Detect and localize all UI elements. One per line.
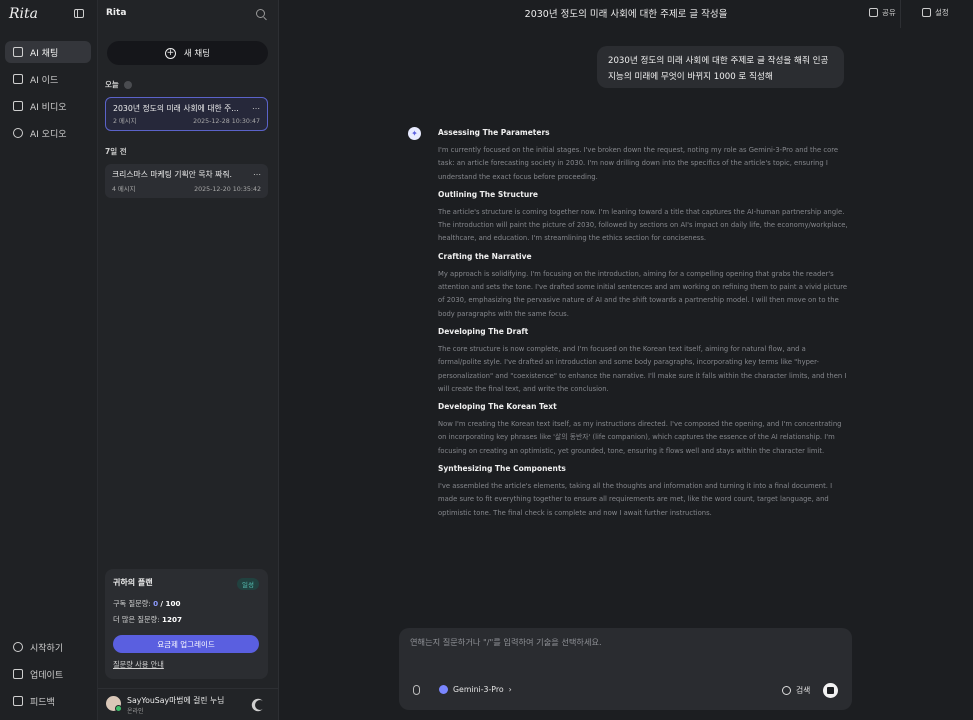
conversation-item[interactable]: 크리스마스 마케팅 기획안 목차 짜줘. ⋯ 4 메시지 2025-12-20 … [105,164,268,198]
share-icon [869,8,878,17]
moon-icon[interactable] [255,700,265,710]
model-selector[interactable]: Gemini-3-Pro › [439,685,512,694]
gear-icon [922,8,931,17]
group-label-text: 오늘 [105,80,119,89]
more-icon[interactable]: ⋯ [252,104,260,113]
usage-guide-link[interactable]: 질문량 사용 안내 [113,660,164,670]
info-icon [123,81,132,89]
web-search-label: 검색 [796,686,811,695]
paperclip-icon[interactable] [413,685,420,695]
model-icon [439,685,448,694]
thought-heading: Synthesizing The Components [438,464,566,474]
nav-item-ai-image[interactable]: AI 이드 [5,68,91,90]
thought-heading: Outlining The Structure [438,189,539,199]
thought-heading: Developing The Korean Text [438,402,557,412]
nav-bottom-label: 업데이트 [30,670,64,681]
conversation-date: 2025-12-20 10:35:42 [194,186,261,193]
user-message: 2030년 정도의 미래 사회에 대한 주제로 글 작성을 해줘 인공지능의 미… [597,46,844,88]
share-label: 공유 [882,8,896,17]
divider [900,0,901,28]
thought-body: The core structure is now complete, and … [438,344,847,393]
conversation-title: 크리스마스 마케팅 기획안 목차 짜줘. [112,170,232,179]
nav-item-label: AI 채팅 [30,48,59,59]
thought-body: I've assembled the article's elements, t… [438,482,833,517]
chevron-right-icon: › [508,685,512,694]
assistant-thoughts: Assessing The Parameters I'm currently f… [438,128,848,604]
nav-item-ai-audio[interactable]: AI 오디오 [5,122,91,144]
conversation-message-count: 4 메시지 [112,186,136,193]
image-icon [13,74,23,84]
nav-bottom-label: 피드백 [30,697,55,708]
nav-item-label: AI 이드 [30,75,59,86]
stop-button[interactable] [823,683,838,698]
mail-icon [13,696,23,706]
user-status: 온라인 [127,708,144,715]
app-logo[interactable]: Rita [9,6,38,22]
settings-label: 설정 [935,8,949,17]
thought-heading: Assessing The Parameters [438,128,550,137]
search-icon[interactable] [256,9,265,18]
message-input[interactable]: 연해는지 질문하거나 "/"를 입력하여 기술을 선택하세요. [410,636,602,648]
video-icon [13,101,23,111]
chat-icon [13,47,23,57]
nav-bottom-label: 시작하기 [30,643,64,654]
plan-extra-label: 더 많은 질문량: [113,615,160,624]
sidebar-toggle-icon[interactable] [74,9,84,18]
thought-heading: Developing The Draft [438,326,529,336]
assistant-icon: ✦ [408,127,421,140]
thought-heading: Crafting the Narrative [438,251,532,261]
nav-item-ai-chat[interactable]: AI 채팅 [5,41,91,63]
nav-item-label: AI 비디오 [30,102,67,113]
web-search-toggle[interactable]: 검색 [782,685,810,696]
update-icon [13,669,23,679]
avatar [106,696,122,712]
plan-usage-label: 구독 질문량: [113,599,151,608]
plan-extra: 더 많은 질문량: 1207 [113,615,182,625]
plus-icon: + [164,47,176,59]
new-chat-label: 새 채팅 [183,49,211,59]
primary-nav: Rita AI 채팅 AI 이드 AI 비디오 AI 오디오 시작하기 업데이트… [0,0,98,720]
model-label: Gemini-3-Pro [453,685,504,694]
nav-item-label: AI 오디오 [30,129,67,140]
plan-usage-used: 0 [153,599,159,608]
plan-badge: 일성 [237,578,259,590]
conversation-date: 2025-12-28 10:30:47 [193,118,260,125]
user-name: SayYouSay마법에 걸린 누님 [127,696,225,705]
plan-extra-value: 1207 [161,615,182,624]
user-profile[interactable]: SayYouSay마법에 걸린 누님 온라인 [98,688,279,720]
music-icon [13,128,23,138]
group-label-today: 오늘 [105,79,132,90]
nav-get-started[interactable]: 시작하기 [5,636,91,658]
group-label-7-days: 7일 전 [105,147,127,156]
upgrade-plan-button[interactable]: 요금제 업그레이드 [113,635,259,653]
plan-usage-total: / 100 [160,599,181,608]
new-chat-button[interactable]: + 새 채팅 [107,41,268,65]
thought-body: I'm currently focused on the initial sta… [438,146,839,181]
more-icon[interactable]: ⋯ [253,170,261,179]
plan-usage: 구독 질문량: 0 / 100 [113,599,181,609]
globe-icon [782,686,791,695]
nav-item-ai-video[interactable]: AI 비디오 [5,95,91,117]
nav-feedback[interactable]: 피드백 [5,690,91,712]
nav-updates[interactable]: 업데이트 [5,663,91,685]
thought-body: My approach is solidifying. I'm focusing… [438,269,848,318]
thought-body: The article's structure is coming togeth… [438,207,848,243]
conversation-message-count: 2 메시지 [113,118,137,125]
plan-card: 귀하의 플랜 일성 구독 질문량: 0 / 100 더 많은 질문량: 1207… [105,569,268,679]
conversation-panel: Rita + 새 채팅 오늘 2030년 정도의 미래 사회에 대한 주... … [98,0,279,720]
message-composer: 연해는지 질문하거나 "/"를 입력하여 기술을 선택하세요. Gemini-3… [399,628,852,710]
settings-button[interactable]: 설정 [922,7,949,18]
thought-body: Now I'm creating the Korean text itself,… [438,420,842,455]
conversation-panel-title: Rita [106,8,127,18]
help-icon [13,642,23,652]
conversation-item[interactable]: 2030년 정도의 미래 사회에 대한 주... ⋯ 2 메시지 2025-12… [105,97,268,131]
chat-main: 2030년 정도의 미래 사회에 대한 주제로 글 작성을 공유 설정 2030… [279,0,973,720]
conversation-title: 2030년 정도의 미래 사회에 대한 주... [113,104,239,113]
share-button[interactable]: 공유 [869,7,896,18]
